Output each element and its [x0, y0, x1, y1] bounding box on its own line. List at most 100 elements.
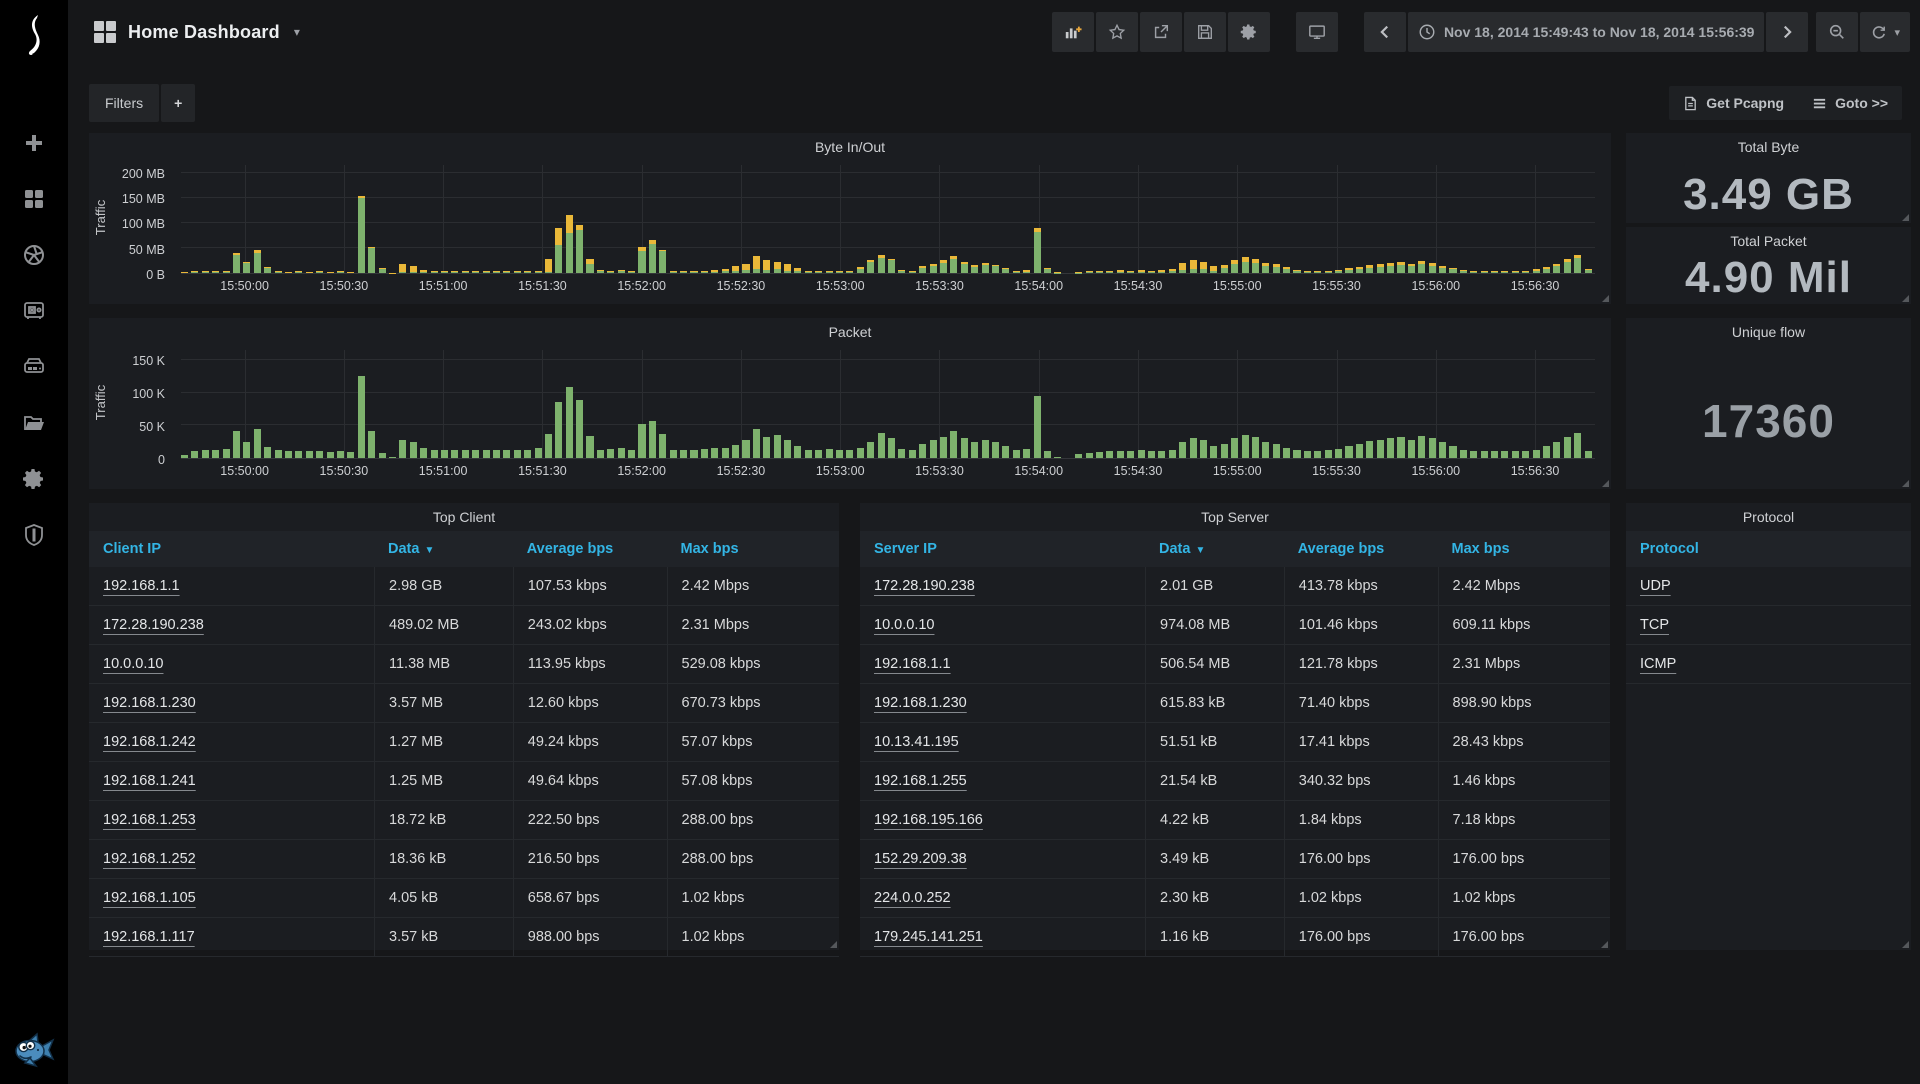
bar-segment-bytes-out: [1377, 264, 1384, 267]
cell-link[interactable]: 10.0.0.10: [874, 617, 934, 633]
cell-link[interactable]: 192.168.1.252: [103, 851, 196, 867]
panel-resize-handle[interactable]: [1902, 214, 1909, 221]
bar-segment-bytes-in: [1345, 270, 1352, 273]
cell-link[interactable]: 192.168.1.242: [103, 734, 196, 750]
value-cell: 1.27 MB: [374, 723, 513, 761]
bar-segment-bytes-in: [898, 271, 905, 273]
column-header-max-bps[interactable]: Max bps: [667, 541, 840, 557]
x-tick-label: 15:54:00: [1014, 279, 1063, 293]
bar-segment-packets: [1002, 446, 1009, 458]
bar-segment-packets: [233, 431, 240, 458]
value-cell: 12.60 kbps: [513, 684, 667, 722]
bar-segment-packets: [815, 450, 822, 459]
cell-link[interactable]: ICMP: [1640, 656, 1676, 672]
add-graph-button[interactable]: [1052, 12, 1094, 52]
column-header-data[interactable]: Data▼: [374, 541, 513, 557]
panel-title[interactable]: Protocol: [1626, 503, 1911, 531]
bar-segment-bytes-in: [264, 268, 271, 273]
folder-icon[interactable]: [21, 410, 47, 436]
add-icon[interactable]: [21, 130, 47, 156]
cell-link[interactable]: TCP: [1640, 617, 1669, 633]
cell-link[interactable]: 179.245.141.251: [874, 929, 983, 945]
cell-link[interactable]: 192.168.1.1: [103, 578, 180, 594]
panel-title[interactable]: Top Client: [89, 503, 839, 531]
link-cell: 192.168.195.166: [860, 801, 1145, 839]
panel-resize-handle[interactable]: [1602, 295, 1609, 302]
star-button[interactable]: [1096, 12, 1138, 52]
byte-chart-plot[interactable]: 15:50:0015:50:3015:51:0015:51:3015:52:00…: [181, 165, 1595, 274]
cell-link[interactable]: UDP: [1640, 578, 1671, 594]
column-header-client-ip[interactable]: Client IP: [89, 541, 374, 557]
cell-link[interactable]: 192.168.1.253: [103, 812, 196, 828]
bar-segment-bytes-out: [472, 271, 479, 272]
drive-icon[interactable]: [21, 354, 47, 380]
bar-segment-bytes-in: [503, 272, 510, 273]
share-button[interactable]: [1140, 12, 1182, 52]
cell-link[interactable]: 172.28.190.238: [103, 617, 204, 633]
cell-link[interactable]: 192.168.1.255: [874, 773, 967, 789]
bar-segment-bytes-out: [680, 271, 687, 272]
bar-segment-bytes-out: [243, 262, 250, 263]
panel-title[interactable]: Unique flow: [1626, 318, 1911, 346]
bar-segment-packets: [857, 448, 864, 458]
panel-title[interactable]: Packet: [89, 318, 1611, 346]
add-filter-button[interactable]: +: [161, 84, 195, 122]
panel-resize-handle[interactable]: [1902, 480, 1909, 487]
bar-segment-bytes-in: [1335, 271, 1342, 273]
cell-link[interactable]: 192.168.1.1: [874, 656, 951, 672]
panel-resize-handle[interactable]: [1601, 941, 1608, 948]
save-button[interactable]: [1184, 12, 1226, 52]
gear-icon[interactable]: [21, 466, 47, 492]
cell-link[interactable]: 192.168.1.230: [103, 695, 196, 711]
packet-chart-plot[interactable]: 15:50:0015:50:3015:51:0015:51:3015:52:00…: [181, 350, 1595, 459]
panel-title[interactable]: Byte In/Out: [89, 133, 1611, 161]
cell-link[interactable]: 192.168.195.166: [874, 812, 983, 828]
dashboard-picker[interactable]: Home Dashboard ▾: [68, 21, 300, 43]
dashboards-grid-icon[interactable]: [21, 186, 47, 212]
cell-link[interactable]: 192.168.1.241: [103, 773, 196, 789]
column-header-data[interactable]: Data▼: [1145, 541, 1284, 557]
vault-icon[interactable]: [21, 298, 47, 324]
cell-link[interactable]: 10.0.0.10: [103, 656, 163, 672]
column-header-average-bps[interactable]: Average bps: [1284, 541, 1438, 557]
bar-segment-bytes-in: [586, 264, 593, 273]
panel-title[interactable]: Total Byte: [1626, 133, 1911, 161]
get-pcapng-button[interactable]: Get Pcapng: [1669, 86, 1798, 120]
fish-logo[interactable]: [12, 1032, 56, 1070]
shield-icon[interactable]: [21, 522, 47, 548]
column-header-average-bps[interactable]: Average bps: [513, 541, 667, 557]
panel-resize-handle[interactable]: [1602, 480, 1609, 487]
time-back-button[interactable]: [1364, 12, 1406, 52]
bar-segment-packets: [1013, 450, 1020, 459]
panel-resize-handle[interactable]: [1902, 295, 1909, 302]
cell-link[interactable]: 10.13.41.195: [874, 734, 959, 750]
settings-button[interactable]: [1228, 12, 1270, 52]
cell-link[interactable]: 152.29.209.38: [874, 851, 967, 867]
aperture-icon[interactable]: [21, 242, 47, 268]
goto-button[interactable]: Goto >>: [1798, 86, 1902, 120]
cell-link[interactable]: 192.168.1.230: [874, 695, 967, 711]
cell-link[interactable]: 192.168.1.105: [103, 890, 196, 906]
column-header-protocol[interactable]: Protocol: [1626, 541, 1911, 557]
bar-segment-bytes-out: [379, 268, 386, 269]
column-header-server-ip[interactable]: Server IP: [860, 541, 1145, 557]
cell-link[interactable]: 224.0.0.252: [874, 890, 951, 906]
cell-link[interactable]: 192.168.1.117: [103, 929, 195, 945]
refresh-dropdown-caret[interactable]: ▾: [1894, 26, 1900, 39]
column-header-max-bps[interactable]: Max bps: [1438, 541, 1611, 557]
cycle-view-button[interactable]: [1296, 12, 1338, 52]
panel-resize-handle[interactable]: [830, 941, 837, 948]
v-gridline: [939, 165, 940, 273]
refresh-button[interactable]: ▾: [1860, 12, 1910, 52]
app-logo[interactable]: [0, 8, 68, 62]
bar-segment-bytes-in: [857, 269, 864, 273]
panel-title[interactable]: Top Server: [860, 503, 1610, 531]
link-cell: 192.168.1.1: [860, 645, 1145, 683]
panel-resize-handle[interactable]: [1902, 941, 1909, 948]
cell-link[interactable]: 172.28.190.238: [874, 578, 975, 594]
bar-segment-bytes-out: [1044, 268, 1051, 269]
time-forward-button[interactable]: [1766, 12, 1808, 52]
zoom-out-button[interactable]: [1816, 12, 1858, 52]
time-range-picker[interactable]: Nov 18, 2014 15:49:43 to Nov 18, 2014 15…: [1408, 12, 1765, 52]
filters-button[interactable]: Filters: [89, 84, 159, 122]
